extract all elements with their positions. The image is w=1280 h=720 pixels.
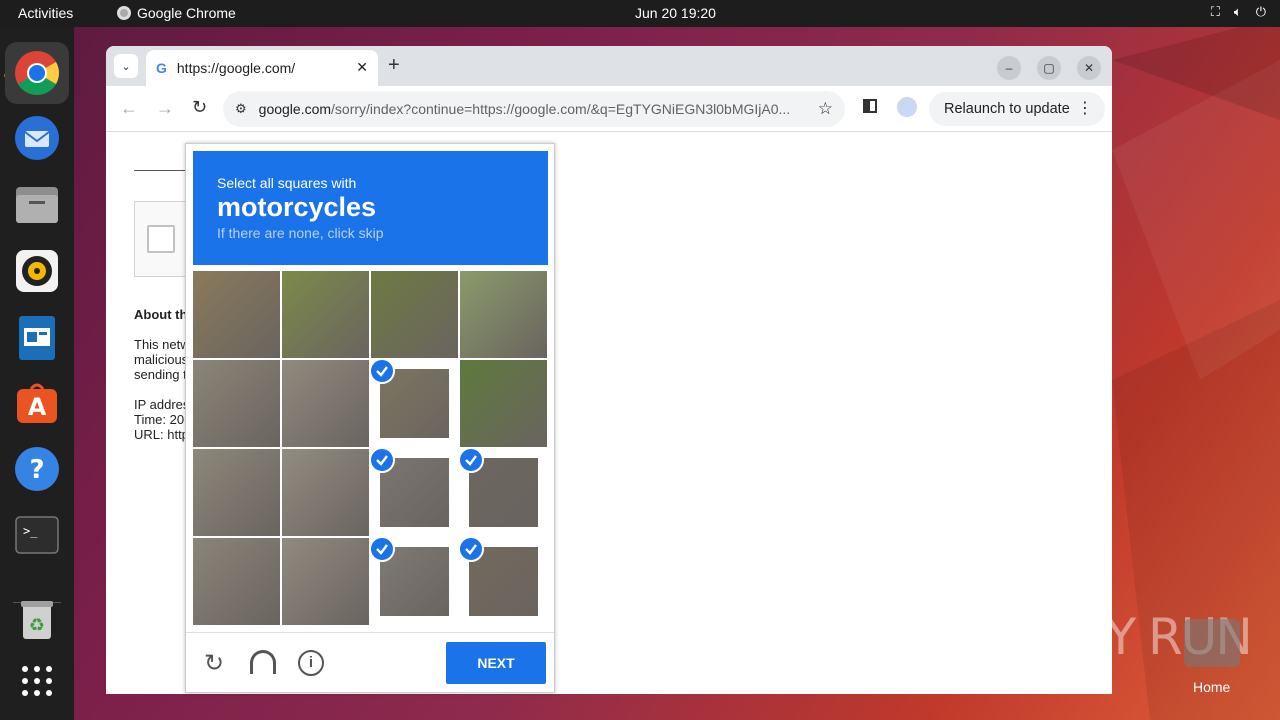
captcha-tile[interactable] xyxy=(460,271,547,358)
tile-image xyxy=(371,271,458,358)
info-icon[interactable]: i xyxy=(298,650,324,676)
volume-icon: 🔈︎ xyxy=(1233,4,1242,19)
url-path: /sorry/index?continue=https://google.com… xyxy=(331,101,791,117)
home-folder-icon[interactable] xyxy=(1184,619,1240,667)
tile-image xyxy=(282,538,369,625)
captcha-tile[interactable] xyxy=(282,360,369,447)
tab-bar: ⌄ G https://google.com/ ✕ + – ▢ ✕ xyxy=(106,46,1112,86)
tab-title: https://google.com/ xyxy=(176,60,296,76)
trash-icon[interactable]: ♻ xyxy=(13,595,61,643)
maximize-button[interactable]: ▢ xyxy=(1037,56,1061,80)
svg-text:♻: ♻ xyxy=(29,615,45,636)
captcha-footer-divider xyxy=(186,632,554,633)
tile-image xyxy=(282,449,369,536)
captcha-tile[interactable] xyxy=(460,449,547,536)
terminal-icon[interactable]: >_ xyxy=(13,511,61,559)
tab-google[interactable]: G https://google.com/ ✕ xyxy=(146,50,378,86)
dock: A ? >_ ♻ xyxy=(0,27,74,720)
files-icon[interactable] xyxy=(13,181,61,229)
para-line-3: sending t xyxy=(134,367,187,382)
rhythmbox-icon[interactable] xyxy=(13,247,61,295)
relaunch-label: Relaunch to update xyxy=(944,101,1070,117)
url-host: google.com xyxy=(258,101,332,117)
captcha-tile[interactable] xyxy=(193,360,280,447)
app-name: Google Chrome xyxy=(137,5,236,21)
url-line: URL: http xyxy=(134,427,189,442)
tab-close-icon[interactable]: ✕ xyxy=(356,59,368,76)
recaptcha-checkbox[interactable] xyxy=(147,225,175,253)
captcha-tile[interactable] xyxy=(193,538,280,625)
captcha-target: motorcycles xyxy=(217,192,377,222)
captcha-tile[interactable] xyxy=(371,271,458,358)
tab-search-button[interactable]: ⌄ xyxy=(114,54,138,78)
next-button[interactable]: NEXT xyxy=(446,642,546,684)
app-center-icon[interactable]: A xyxy=(13,379,61,427)
para-line-2: malicious xyxy=(134,352,189,367)
clock[interactable]: Jun 20 19:20 xyxy=(635,5,716,21)
chrome-small-icon xyxy=(117,6,131,20)
svg-text:>_: >_ xyxy=(23,524,38,538)
site-info-icon[interactable]: ⚙ xyxy=(235,101,247,117)
show-apps-icon[interactable] xyxy=(13,657,61,705)
tile-image xyxy=(460,360,547,447)
side-panel-icon[interactable] xyxy=(863,99,877,113)
url-text: google.com/sorry/index?continue=https://… xyxy=(259,101,804,117)
captcha-tile[interactable] xyxy=(371,449,458,536)
help-icon[interactable]: ? xyxy=(13,445,61,493)
captcha-tile[interactable] xyxy=(193,271,280,358)
home-folder-label: Home xyxy=(1193,679,1231,695)
address-bar[interactable]: ⚙ google.com/sorry/index?continue=https:… xyxy=(223,91,845,127)
captcha-challenge: Select all squares with motorcycles If t… xyxy=(185,143,555,693)
captcha-tile[interactable] xyxy=(282,271,369,358)
svg-text:A: A xyxy=(28,393,47,421)
captcha-tile[interactable] xyxy=(282,449,369,536)
network-icon: ⛶ xyxy=(1210,4,1220,19)
captcha-tile[interactable] xyxy=(460,360,547,447)
bookmark-star-icon[interactable]: ☆ xyxy=(818,99,833,119)
para-line-1: This netw xyxy=(134,337,190,352)
time-line: Time: 20 xyxy=(134,412,185,427)
captcha-tile[interactable] xyxy=(282,538,369,625)
google-favicon-icon: G xyxy=(156,60,167,76)
minimize-button[interactable]: – xyxy=(997,56,1021,80)
tile-image xyxy=(282,271,369,358)
thunderbird-icon[interactable] xyxy=(13,114,61,162)
svg-text:?: ? xyxy=(29,455,44,485)
captcha-image-grid xyxy=(193,271,548,626)
forward-icon[interactable]: → xyxy=(156,98,174,119)
captcha-tile[interactable] xyxy=(371,538,458,625)
relaunch-to-update-button[interactable]: Relaunch to update ⋮ xyxy=(929,92,1105,126)
close-window-button[interactable]: ✕ xyxy=(1077,56,1101,80)
ip-line: IP addres xyxy=(134,397,190,412)
chrome-icon[interactable] xyxy=(5,42,69,104)
captcha-tile[interactable] xyxy=(193,449,280,536)
system-tray[interactable]: ⛶ 🔈︎ ⏻ xyxy=(1211,4,1266,20)
back-icon[interactable]: ← xyxy=(120,98,138,119)
audio-challenge-icon[interactable] xyxy=(250,650,276,674)
tile-image xyxy=(193,538,280,625)
power-icon: ⏻ xyxy=(1255,4,1266,19)
toolbar: ← → ↻ ⚙ google.com/sorry/index?continue=… xyxy=(106,86,1112,132)
captcha-tile[interactable] xyxy=(371,360,458,447)
tile-image xyxy=(193,449,280,536)
tile-image xyxy=(193,271,280,358)
tile-image xyxy=(193,360,280,447)
top-bar: Activities Google Chrome Jun 20 19:20 ⛶ … xyxy=(0,0,1280,27)
about-heading: About th xyxy=(134,307,188,322)
captcha-header: Select all squares with motorcycles If t… xyxy=(193,151,548,265)
activities-button[interactable]: Activities xyxy=(18,5,73,21)
captcha-instruction: Select all squares with xyxy=(217,175,357,191)
app-menu[interactable]: Google Chrome xyxy=(117,5,236,21)
more-menu-icon[interactable]: ⋮ xyxy=(1077,98,1093,118)
captcha-tile[interactable] xyxy=(460,538,547,625)
tile-image xyxy=(460,271,547,358)
new-tab-button[interactable]: + xyxy=(388,54,400,77)
captcha-hint: If there are none, click skip xyxy=(217,225,384,241)
reload-challenge-icon[interactable]: ↻ xyxy=(204,649,224,678)
profile-avatar-icon[interactable] xyxy=(897,97,917,117)
reload-icon[interactable]: ↻ xyxy=(192,97,207,118)
tile-image xyxy=(282,360,369,447)
libreoffice-impress-icon[interactable] xyxy=(13,314,61,362)
